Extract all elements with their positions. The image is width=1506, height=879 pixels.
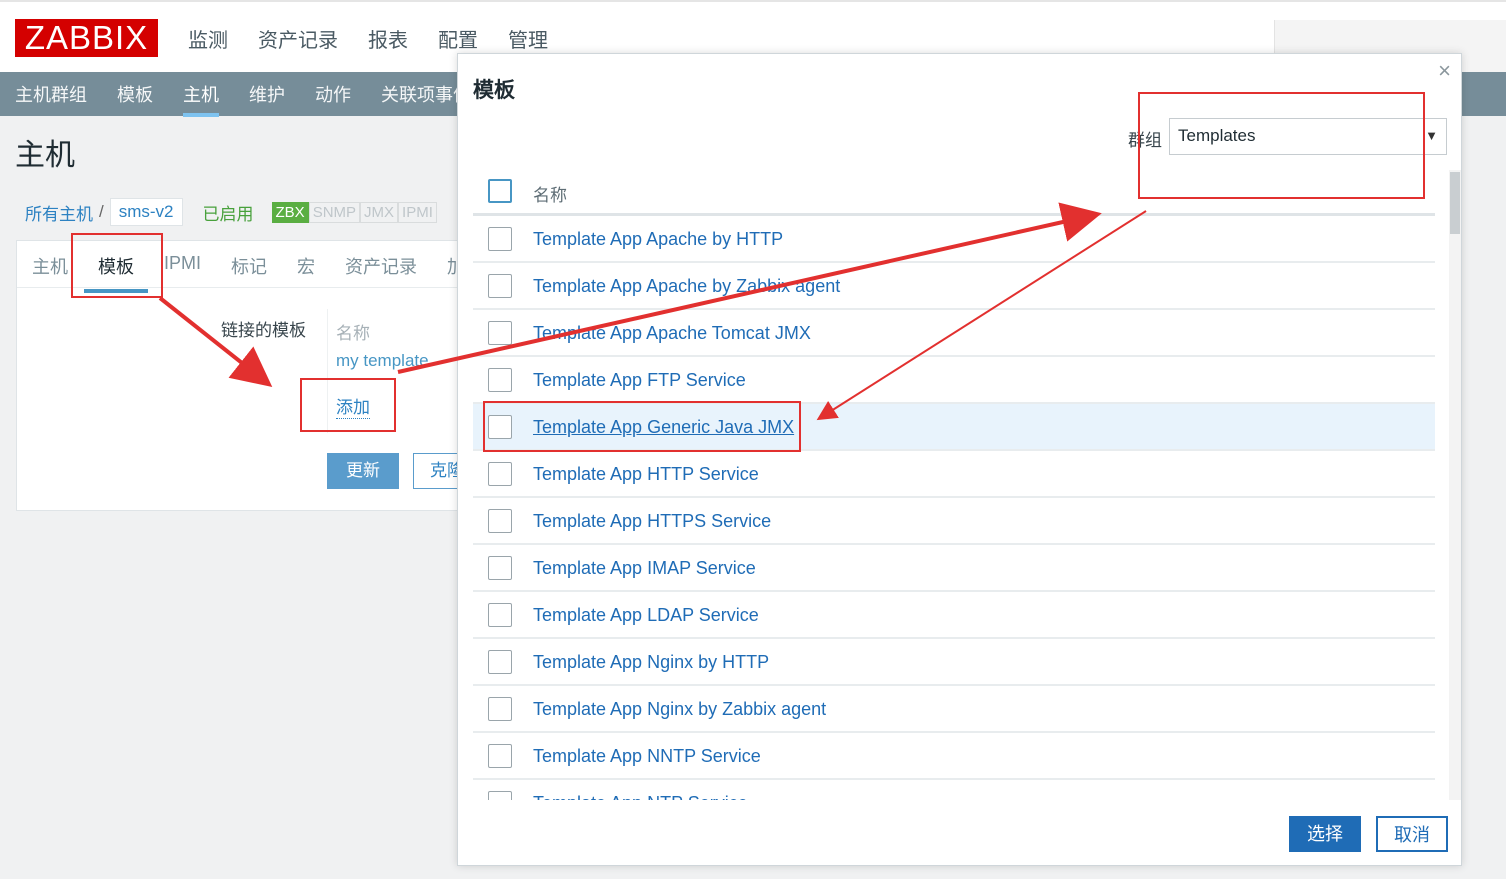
template-row[interactable]: Template App Apache Tomcat JMX — [473, 310, 1435, 357]
template-row[interactable]: Template App Apache by HTTP — [473, 216, 1435, 263]
breadcrumb-separator: / — [99, 202, 104, 221]
menu-inventory[interactable]: 资产记录 — [258, 24, 338, 53]
template-name-link[interactable]: Template App NTP Service — [533, 793, 748, 800]
dropdown-arrow-icon: ▼ — [1425, 128, 1438, 143]
template-checkbox[interactable] — [488, 321, 512, 345]
select-button[interactable]: 选择 — [1289, 816, 1361, 852]
template-row[interactable]: Template App HTTP Service — [473, 451, 1435, 498]
annotation-box-add-link — [300, 378, 396, 432]
template-row[interactable]: Template App Apache by Zabbix agent — [473, 263, 1435, 310]
breadcrumb-all-hosts[interactable]: 所有主机 — [25, 200, 93, 225]
host-status[interactable]: 已启用 — [203, 200, 254, 225]
menu-configuration[interactable]: 配置 — [438, 24, 478, 53]
template-name-link[interactable]: Template App Apache by HTTP — [533, 229, 783, 250]
template-checkbox[interactable] — [488, 697, 512, 721]
submenu-templates[interactable]: 模板 — [117, 81, 153, 113]
breadcrumb: 所有主机 / sms-v2 已启用 ZBX SNMP JMX IPMI — [25, 198, 437, 226]
template-checkbox[interactable] — [488, 744, 512, 768]
template-name-link[interactable]: Template App HTTPS Service — [533, 511, 771, 532]
template-name-link[interactable]: Template App FTP Service — [533, 370, 746, 391]
scrollbar-thumb[interactable] — [1450, 172, 1460, 234]
template-row[interactable]: Template App LDAP Service — [473, 592, 1435, 639]
close-icon[interactable]: × — [1438, 58, 1451, 84]
tab-tags[interactable]: 标记 — [231, 249, 267, 283]
tab-host[interactable]: 主机 — [32, 249, 68, 283]
annotation-box-group-select — [1138, 92, 1425, 199]
dialog-title: 模板 — [473, 79, 515, 102]
submenu-actions[interactable]: 动作 — [315, 81, 351, 113]
update-button[interactable]: 更新 — [327, 453, 399, 489]
template-checkbox[interactable] — [488, 556, 512, 580]
cancel-button[interactable]: 取消 — [1376, 816, 1448, 852]
template-checkbox[interactable] — [488, 368, 512, 392]
menu-reports[interactable]: 报表 — [368, 24, 408, 53]
template-name-link[interactable]: Template App IMAP Service — [533, 558, 756, 579]
availability-snmp-badge: SNMP — [308, 201, 361, 223]
template-name-link[interactable]: Template App LDAP Service — [533, 605, 759, 626]
template-row[interactable]: Template App HTTPS Service — [473, 498, 1435, 545]
scrollbar-track[interactable] — [1449, 170, 1461, 800]
template-checkbox[interactable] — [488, 509, 512, 533]
template-checkbox[interactable] — [488, 462, 512, 486]
template-row[interactable]: Template App NTP Service — [473, 780, 1435, 800]
template-name-link[interactable]: Template App Nginx by HTTP — [533, 652, 769, 673]
template-name-link[interactable]: Template App Apache Tomcat JMX — [533, 323, 811, 344]
main-menu: 监测 资产记录 报表 配置 管理 — [188, 24, 548, 53]
annotation-box-templates-tab — [71, 233, 163, 298]
availability-zbx-badge: ZBX — [271, 201, 309, 223]
template-checkbox[interactable] — [488, 227, 512, 251]
template-checkbox[interactable] — [488, 791, 512, 800]
name-column-header: 名称 — [533, 186, 567, 205]
template-name-link[interactable]: Template App Nginx by Zabbix agent — [533, 699, 826, 720]
template-row[interactable]: Template App FTP Service — [473, 357, 1435, 404]
tab-macros[interactable]: 宏 — [297, 249, 315, 283]
template-name-link[interactable]: Template App Apache by Zabbix agent — [533, 276, 840, 297]
template-rows: Template App Apache by HTTP Template App … — [473, 216, 1435, 800]
annotation-box-java-jmx-row — [483, 401, 801, 452]
template-name-link[interactable]: Template App NNTP Service — [533, 746, 761, 767]
tab-ipmi[interactable]: IPMI — [164, 249, 201, 283]
linked-template-item[interactable]: my template — [336, 351, 429, 371]
template-name-link[interactable]: Template App HTTP Service — [533, 464, 759, 485]
submenu-hosts[interactable]: 主机 — [183, 81, 219, 117]
template-row[interactable]: Template App IMAP Service — [473, 545, 1435, 592]
template-row[interactable]: Template App NNTP Service — [473, 733, 1435, 780]
template-checkbox[interactable] — [488, 650, 512, 674]
template-row[interactable]: Template App Nginx by HTTP — [473, 639, 1435, 686]
page-title: 主机 — [15, 139, 75, 172]
template-checkbox[interactable] — [488, 603, 512, 627]
submenu-maintenance[interactable]: 维护 — [249, 81, 285, 113]
zabbix-logo[interactable]: ZABBIX — [15, 19, 158, 57]
linked-name-header: 名称 — [336, 324, 370, 343]
availability-ipmi-badge: IPMI — [398, 201, 437, 223]
menu-administration[interactable]: 管理 — [508, 24, 548, 53]
breadcrumb-host[interactable]: sms-v2 — [109, 198, 183, 226]
linked-templates-label: 链接的模板 — [221, 321, 306, 340]
template-row[interactable]: Template App Nginx by Zabbix agent — [473, 686, 1435, 733]
availability-jmx-badge: JMX — [360, 201, 399, 223]
template-list: 名称 Template App Apache by HTTP Template A… — [473, 170, 1435, 800]
template-checkbox[interactable] — [488, 274, 512, 298]
tab-inventory[interactable]: 资产记录 — [345, 249, 417, 283]
menu-monitoring[interactable]: 监测 — [188, 24, 228, 53]
submenu-host-groups[interactable]: 主机群组 — [15, 81, 87, 113]
select-all-checkbox[interactable] — [488, 179, 512, 203]
